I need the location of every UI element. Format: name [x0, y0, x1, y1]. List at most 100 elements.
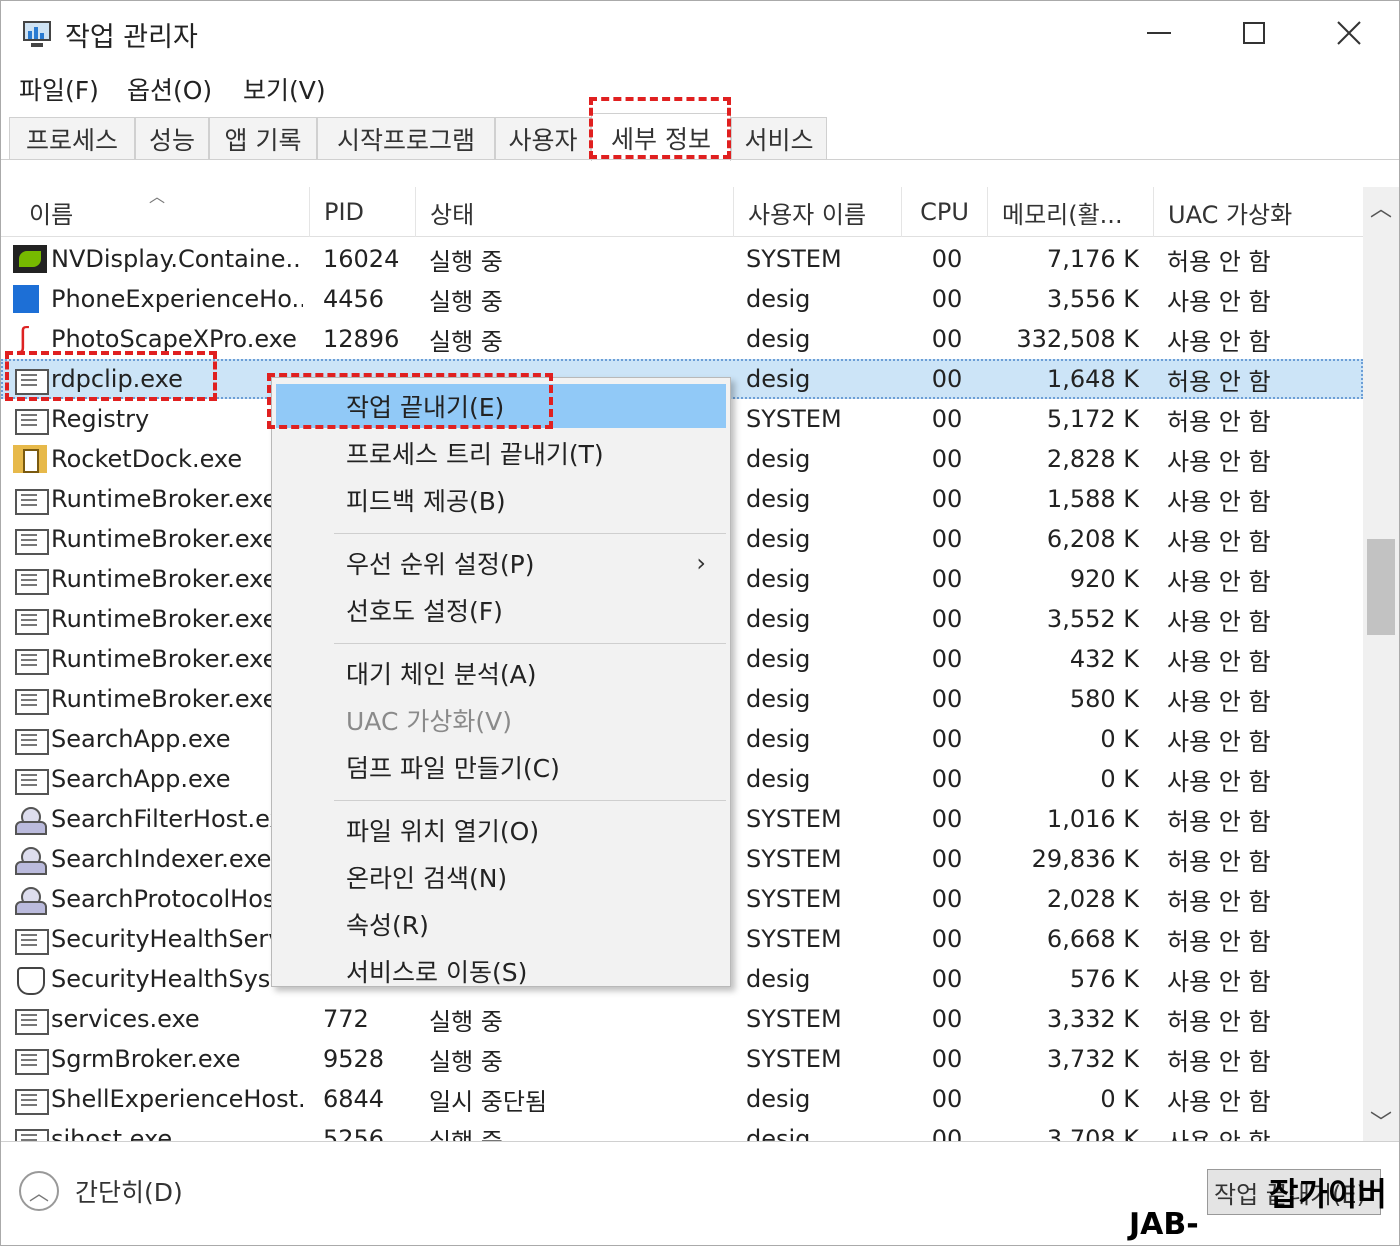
table-row[interactable]: SgrmBroker.exe 9528 실행 중 SYSTEM 00 3,732 K 허용 …: [1, 1039, 1363, 1079]
pid-cell: 5256: [323, 1125, 385, 1141]
tab-details[interactable]: 세부 정보: [591, 113, 731, 161]
memory-cell: 0 K: [1100, 1085, 1139, 1113]
pid-cell: 4456: [323, 285, 385, 313]
process-name: services.exe: [51, 1005, 200, 1033]
context-menu-label: UAC 가상화(V): [346, 707, 512, 736]
memory-cell: 3,332 K: [1046, 1005, 1139, 1033]
search-host-icon: [13, 805, 47, 835]
minimize-button[interactable]: [1131, 9, 1187, 57]
user-cell: SYSTEM: [746, 1045, 842, 1073]
column-header-name[interactable]: 이름: [1, 187, 309, 237]
cpu-cell: 00: [931, 1045, 963, 1073]
vertical-scrollbar[interactable]: ︿ ﹀: [1363, 187, 1399, 1141]
cpu-cell: 00: [931, 685, 963, 713]
process-name: PhotoScapeXPro.exe: [51, 325, 297, 353]
watermark-url: JAB-Guyver.co.kr: [1129, 1207, 1341, 1246]
maximize-icon: [1243, 22, 1265, 44]
uac-cell: 허용 안 함: [1167, 887, 1271, 916]
tab-performance[interactable]: 성능: [135, 117, 209, 159]
context-menu-item[interactable]: 피드백 제공(B): [276, 478, 726, 522]
context-menu-item[interactable]: 프로세스 트리 끝내기(T): [276, 431, 726, 475]
status-cell: 실행 중: [429, 287, 503, 316]
cpu-cell: 00: [931, 445, 963, 473]
process-name: SgrmBroker.exe: [51, 1045, 241, 1073]
context-menu-item[interactable]: 우선 순위 설정(P) ›: [276, 541, 726, 585]
uac-cell: 사용 안 함: [1167, 727, 1271, 756]
cpu-cell: 00: [931, 885, 963, 913]
cpu-cell: 00: [931, 605, 963, 633]
close-button[interactable]: [1321, 9, 1377, 57]
tab-startup[interactable]: 시작프로그램: [317, 117, 495, 159]
user-cell: SYSTEM: [746, 405, 842, 433]
uac-cell: 허용 안 함: [1167, 1007, 1271, 1036]
scroll-up-icon[interactable]: ︿: [1363, 187, 1399, 227]
context-menu-label: 프로세스 트리 끝내기(T): [346, 440, 604, 469]
tab-processes[interactable]: 프로세스: [9, 117, 135, 159]
uac-cell: 사용 안 함: [1167, 687, 1271, 716]
column-header-status[interactable]: 상태: [415, 187, 733, 237]
rocketdock-icon: [13, 445, 47, 473]
context-menu-item[interactable]: 속성(R): [276, 902, 726, 946]
context-menu-item[interactable]: 덤프 파일 만들기(C): [276, 745, 726, 789]
tab-users[interactable]: 사용자: [495, 117, 591, 159]
phone-icon: [13, 285, 39, 313]
process-name: RocketDock.exe: [51, 445, 243, 473]
tab-services[interactable]: 서비스: [731, 117, 827, 159]
cpu-cell: 00: [931, 725, 963, 753]
table-row[interactable]: ShellExperienceHost... 6844 일시 중단됨 desig 00 0…: [1, 1079, 1363, 1119]
menu-separator: [334, 533, 726, 534]
scroll-down-icon[interactable]: ﹀: [1363, 1101, 1399, 1141]
table-row[interactable]: sihost.exe 5256 실행 중 desig 00 3,708 K 사용 안 함: [1, 1119, 1363, 1141]
context-menu-item[interactable]: 대기 체인 분석(A): [276, 651, 726, 695]
memory-cell: 3,708 K: [1046, 1125, 1139, 1141]
menu-options[interactable]: 옵션(O): [127, 71, 212, 107]
maximize-button[interactable]: [1226, 9, 1282, 57]
process-name: SecurityHealthSystr: [51, 965, 290, 993]
column-header-user[interactable]: 사용자 이름: [733, 187, 901, 237]
process-name: rdpclip.exe: [51, 365, 183, 393]
user-cell: SYSTEM: [746, 1005, 842, 1033]
user-cell: desig: [746, 725, 811, 753]
context-menu-item[interactable]: 작업 끝내기(E): [276, 384, 726, 428]
uac-cell: 사용 안 함: [1167, 647, 1271, 676]
table-row[interactable]: PhotoScapeXPro.exe 12896 실행 중 desig 00 332,50…: [1, 319, 1363, 359]
menu-file[interactable]: 파일(F): [19, 71, 99, 107]
status-cell: 실행 중: [429, 327, 503, 356]
user-cell: desig: [746, 325, 811, 353]
column-header-pid[interactable]: PID: [309, 187, 415, 237]
task-manager-window: 작업 관리자 파일(F) 옵션(O) 보기(V) 프로세스 성능 앱 기록 시작…: [0, 0, 1400, 1246]
process-name: SearchProtocolHost: [51, 885, 285, 913]
table-row[interactable]: NVDisplay.Containe... 16024 실행 중 SYSTEM 00 7,…: [1, 239, 1363, 279]
process-name-cell: sihost.exe: [13, 1119, 303, 1141]
table-row[interactable]: services.exe 772 실행 중 SYSTEM 00 3,332 K 허용 안 함: [1, 999, 1363, 1039]
column-header-cpu[interactable]: CPU: [901, 187, 987, 237]
pid-cell: 16024: [323, 245, 400, 273]
context-menu-item[interactable]: 선호도 설정(F): [276, 588, 726, 632]
user-cell: SYSTEM: [746, 245, 842, 273]
context-menu-item[interactable]: 파일 위치 열기(O): [276, 808, 726, 852]
process-name-cell: RuntimeBroker.exe: [13, 599, 303, 639]
memory-cell: 1,016 K: [1046, 805, 1139, 833]
title-bar: 작업 관리자: [1, 1, 1399, 65]
column-header-uac[interactable]: UAC 가상화: [1153, 187, 1363, 237]
fewer-details-button[interactable]: ︿ 간단히(D): [19, 1171, 183, 1211]
cpu-cell: 00: [931, 765, 963, 793]
context-menu-item[interactable]: 온라인 검색(N): [276, 855, 726, 899]
app-window-icon: [13, 925, 49, 955]
table-row[interactable]: PhoneExperienceHo... 4456 실행 중 desig 00 3,556…: [1, 279, 1363, 319]
process-name-cell: RuntimeBroker.exe: [13, 479, 303, 519]
column-header-memory[interactable]: 메모리(활...: [987, 187, 1153, 237]
app-window-icon: [13, 605, 49, 635]
process-name-cell: ShellExperienceHost...: [13, 1079, 303, 1119]
context-menu-item[interactable]: 서비스로 이동(S): [276, 949, 726, 993]
process-name-cell: services.exe: [13, 999, 303, 1039]
scrollbar-thumb[interactable]: [1367, 539, 1395, 635]
cpu-cell: 00: [931, 1085, 963, 1113]
menu-view[interactable]: 보기(V): [243, 71, 326, 107]
user-cell: SYSTEM: [746, 885, 842, 913]
cpu-cell: 00: [931, 245, 963, 273]
close-icon: [1337, 21, 1361, 45]
footer-divider: [1, 1141, 1399, 1142]
process-name: RuntimeBroker.exe: [51, 525, 278, 553]
tab-app-history[interactable]: 앱 기록: [209, 117, 317, 159]
